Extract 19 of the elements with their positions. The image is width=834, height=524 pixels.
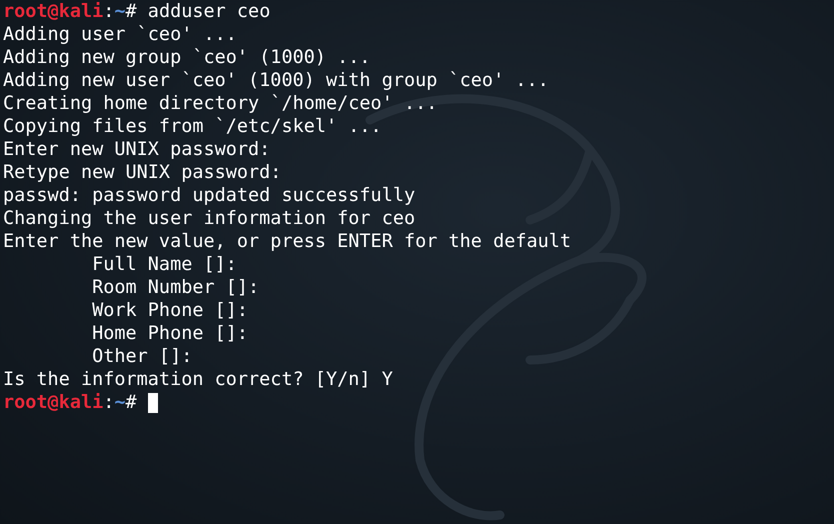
output-line: Full Name []: xyxy=(91,253,237,276)
output-line: Copying files from `/etc/skel' ... xyxy=(3,115,382,138)
output-line: Other []: xyxy=(91,345,192,368)
output-line: passwd: password updated successfully xyxy=(3,184,416,207)
output-line: Adding new group `ceo' (1000) ... xyxy=(3,46,371,69)
output-line: Adding new user `ceo' (1000) with group `ceo' ... xyxy=(3,69,549,92)
shell-prompt: root@kali:~# xyxy=(3,391,137,414)
output-line: Work Phone []: xyxy=(91,299,248,322)
output-line: Adding user `ceo' ... xyxy=(3,23,237,46)
output-line: Home Phone []: xyxy=(91,322,248,345)
output-line: Room Number []: xyxy=(91,276,260,299)
shell-prompt: root@kali:~# xyxy=(3,0,137,23)
output-line: Retype new UNIX password: xyxy=(3,161,282,184)
command-text: adduser ceo xyxy=(146,0,270,23)
output-line: Enter new UNIX password: xyxy=(3,138,270,161)
output-line: Changing the user information for ceo xyxy=(3,207,416,230)
output-line: Enter the new value, or press ENTER for the default xyxy=(3,230,572,253)
output-line: Is the information correct? [Y/n] Y xyxy=(3,368,393,391)
output-line: Creating home directory `/home/ceo' ... xyxy=(3,92,438,115)
